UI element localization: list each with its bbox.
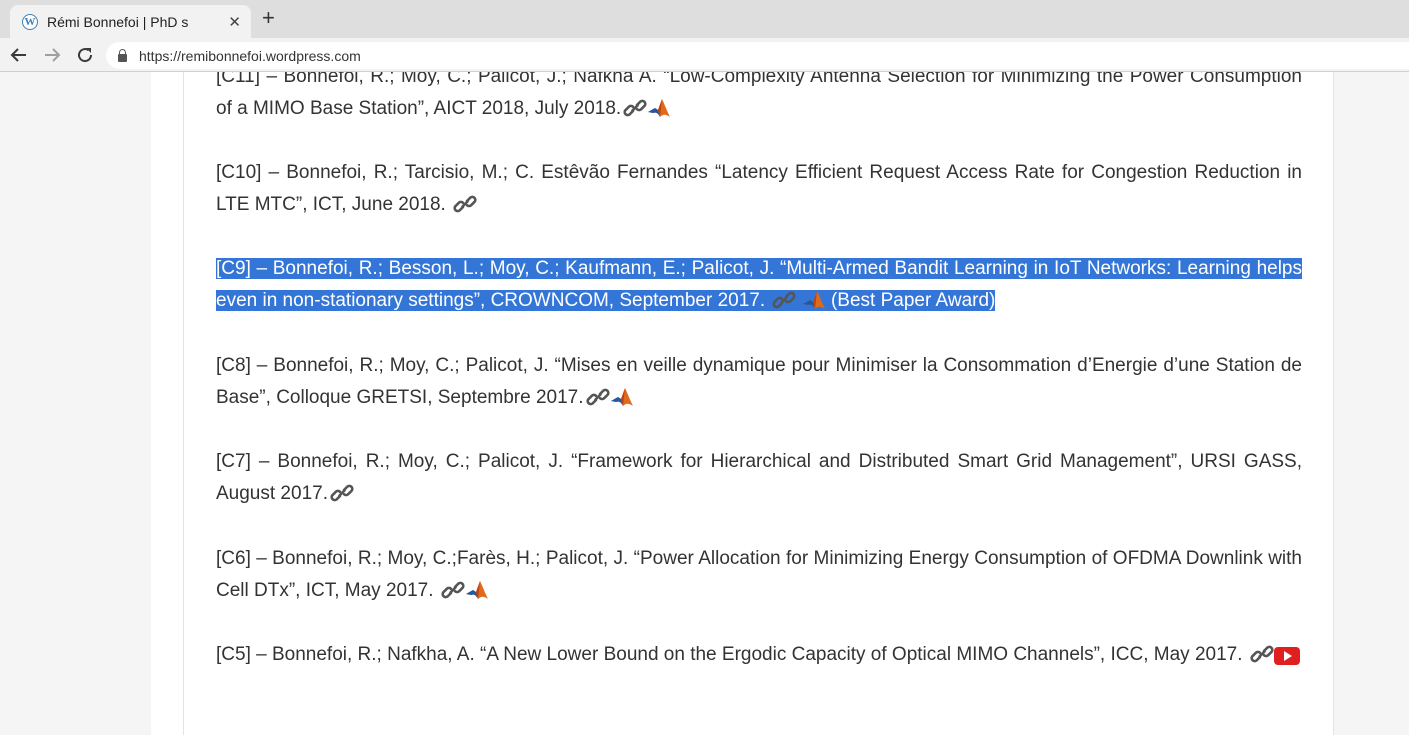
award-label: (Best Paper Award) — [830, 290, 996, 311]
publication-text: [C11] – Bonnefoi, R.; Moy, C.; Palicot, … — [216, 72, 1302, 119]
matlab-icon[interactable] — [465, 579, 489, 601]
link-icon[interactable] — [586, 388, 610, 406]
publication-text: [C9] – Bonnefoi, R.; Besson, L.; Moy, C.… — [216, 258, 1302, 311]
publication-c6: [C6] – Bonnefoi, R.; Moy, C.;Farès, H.; … — [216, 543, 1302, 607]
address-bar[interactable]: https://remibonnefoi.wordpress.com — [106, 42, 1409, 69]
publication-c11: [C11] – Bonnefoi, R.; Moy, C.; Palicot, … — [216, 72, 1302, 125]
matlab-icon[interactable] — [610, 386, 634, 408]
content-margin — [151, 72, 183, 735]
close-tab-icon[interactable]: ✕ — [228, 13, 241, 31]
publication-text: [C7] – Bonnefoi, R.; Moy, C.; Palicot, J… — [216, 451, 1302, 504]
publications-panel: [C11] – Bonnefoi, R.; Moy, C.; Palicot, … — [183, 72, 1334, 735]
forward-arrow-icon — [45, 48, 61, 62]
link-icon[interactable] — [1250, 645, 1274, 663]
publication-c8: [C8] – Bonnefoi, R.; Moy, C.; Palicot, J… — [216, 350, 1302, 414]
publication-c10: [C10] – Bonnefoi, R.; Tarcisio, M.; C. E… — [216, 157, 1302, 221]
tab-title: Rémi Bonnefoi | PhD s — [47, 13, 189, 30]
link-icon[interactable] — [330, 484, 354, 502]
new-tab-button[interactable]: + — [262, 7, 275, 29]
browser-tab-strip: W Rémi Bonnefoi | PhD s ✕ + — [0, 0, 1409, 38]
publication-text: [C10] – Bonnefoi, R.; Tarcisio, M.; C. E… — [216, 162, 1302, 215]
forward-button[interactable] — [40, 43, 64, 67]
browser-tab[interactable]: W Rémi Bonnefoi | PhD s ✕ — [10, 5, 251, 38]
wordpress-favicon-icon: W — [22, 13, 38, 30]
browser-toolbar: https://remibonnefoi.wordpress.com — [0, 38, 1409, 72]
publication-text: [C5] – Bonnefoi, R.; Nafkha, A. “A New L… — [216, 644, 1243, 665]
publication-c9: [C9] – Bonnefoi, R.; Besson, L.; Moy, C.… — [216, 253, 1302, 317]
page-viewport: [C11] – Bonnefoi, R.; Moy, C.; Palicot, … — [0, 72, 1409, 735]
link-icon[interactable] — [441, 581, 465, 599]
back-button[interactable] — [7, 43, 31, 67]
link-icon[interactable] — [772, 291, 796, 309]
publication-c7: [C7] – Bonnefoi, R.; Moy, C.; Palicot, J… — [216, 446, 1302, 510]
link-icon[interactable] — [453, 195, 477, 213]
matlab-icon[interactable] — [802, 289, 826, 311]
youtube-icon[interactable] — [1273, 647, 1300, 665]
back-arrow-icon — [10, 48, 26, 62]
publication-text: [C6] – Bonnefoi, R.; Moy, C.;Farès, H.; … — [216, 548, 1302, 601]
url-text[interactable]: https://remibonnefoi.wordpress.com — [139, 48, 361, 64]
reload-button[interactable] — [73, 43, 97, 67]
matlab-icon[interactable] — [647, 97, 671, 119]
link-icon[interactable] — [623, 99, 647, 117]
publication-c5: [C5] – Bonnefoi, R.; Nafkha, A. “A New L… — [216, 639, 1302, 671]
publication-text: [C8] – Bonnefoi, R.; Moy, C.; Palicot, J… — [216, 355, 1302, 408]
selected-publication-text: [C9] – Bonnefoi, R.; Besson, L.; Moy, C.… — [216, 258, 1302, 311]
reload-icon — [78, 48, 93, 63]
lock-icon — [118, 48, 127, 62]
